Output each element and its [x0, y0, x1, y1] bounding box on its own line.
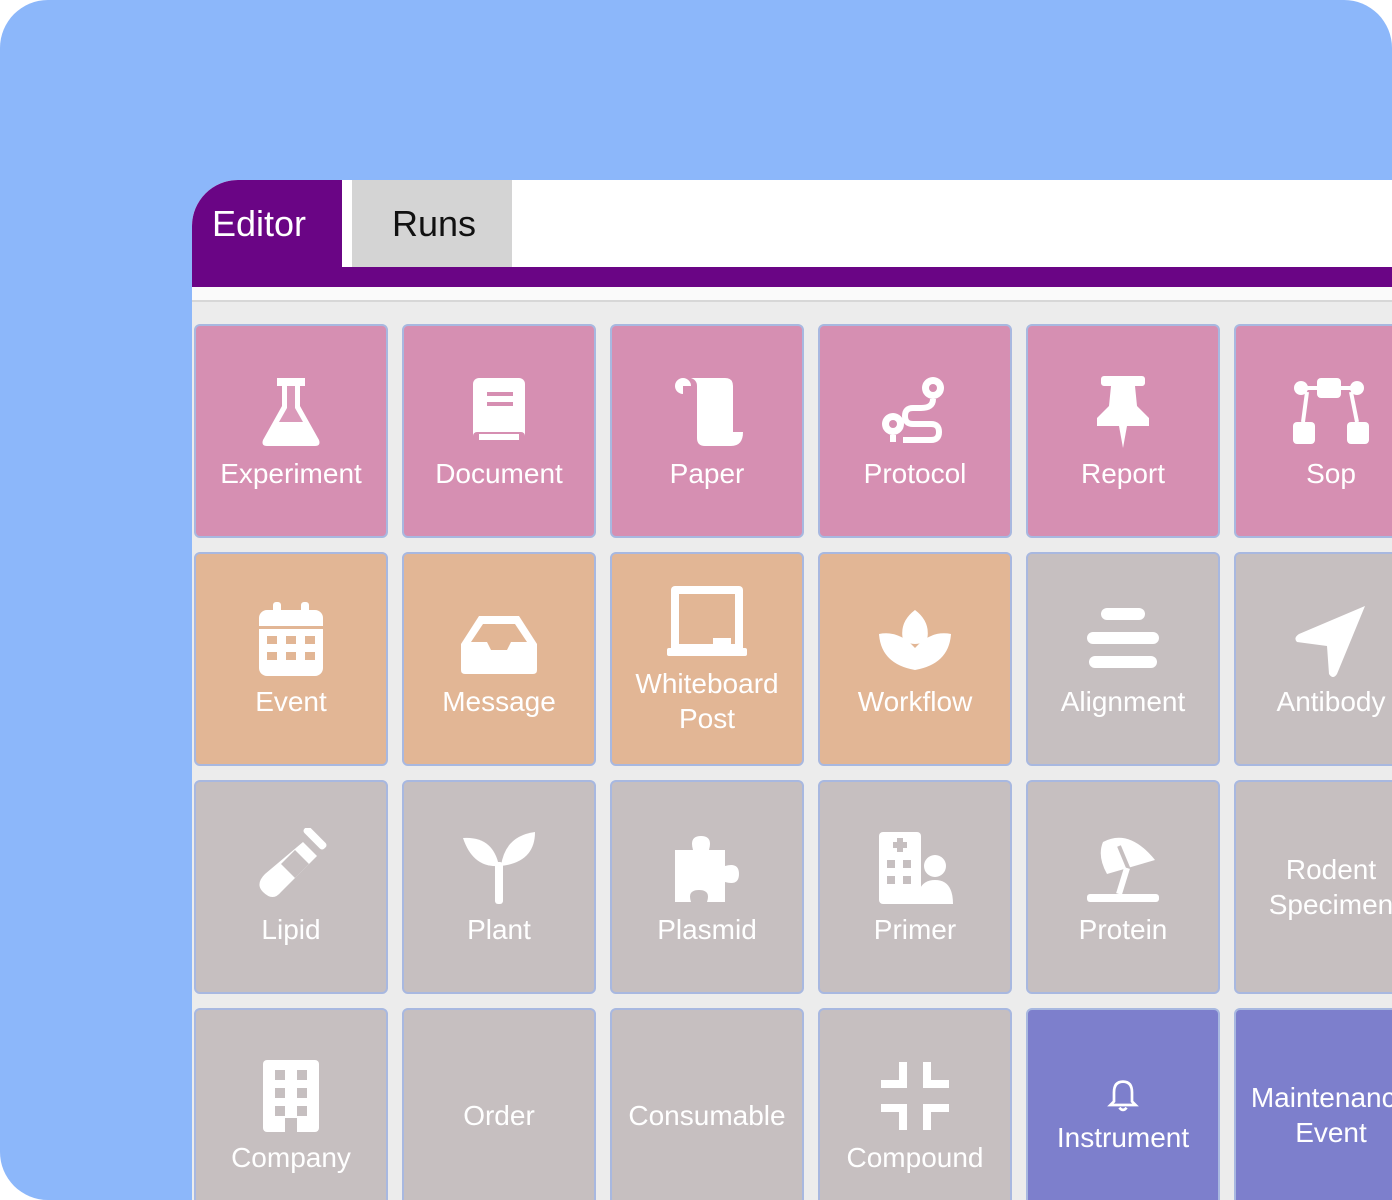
tile-document[interactable]: Document	[402, 324, 596, 538]
tile-label: Plasmid	[657, 913, 757, 945]
tile-message[interactable]: Message	[402, 552, 596, 766]
tile-label: Sop	[1306, 457, 1356, 489]
tile-protocol[interactable]: Protocol	[818, 324, 1012, 538]
tile-label: Maintenance Event	[1250, 1082, 1392, 1148]
app-window: Editor Runs Experiment Document Paper Pr…	[192, 180, 1392, 1200]
align-center-icon	[1083, 600, 1163, 680]
tile-consumable[interactable]: Consumable	[610, 1008, 804, 1200]
tile-label: Protein	[1078, 913, 1168, 945]
tile-paper[interactable]: Paper	[610, 324, 804, 538]
tab-runs-label: Runs	[392, 202, 477, 244]
tile-antibody[interactable]: Antibody	[1234, 552, 1392, 766]
tile-label: Report	[1080, 457, 1166, 489]
test-tube-icon	[251, 827, 331, 908]
thumbtack-icon	[1083, 372, 1163, 452]
tile-label: Paper	[669, 457, 745, 489]
scroll-icon	[667, 372, 747, 452]
tile-label: Primer	[873, 913, 957, 945]
spa-icon	[875, 600, 955, 680]
tile-label: Document	[435, 457, 563, 489]
seedling-icon	[459, 828, 539, 908]
tile-label: Alignment	[1060, 685, 1186, 717]
tile-company[interactable]: Company	[194, 1008, 388, 1200]
tab-runs[interactable]: Runs	[352, 180, 512, 267]
tab-editor-label: Editor	[212, 202, 307, 244]
tile-instrument[interactable]: Instrument	[1026, 1008, 1220, 1200]
tile-label: Experiment	[220, 457, 362, 489]
tile-label: Workflow	[857, 685, 973, 717]
tile-alignment[interactable]: Alignment	[1026, 552, 1220, 766]
tile-label: Consumable	[628, 1099, 786, 1131]
tile-label: Event	[255, 685, 327, 717]
hospital-user-icon	[875, 828, 955, 908]
tile-label: Whiteboard Post	[635, 668, 779, 734]
tab-separator	[342, 180, 352, 267]
tile-event[interactable]: Event	[194, 552, 388, 766]
tab-underline-bar	[192, 267, 1392, 287]
location-arrow-icon	[1291, 600, 1371, 680]
tile-plasmid[interactable]: Plasmid	[610, 780, 804, 994]
puzzle-piece-icon	[667, 828, 747, 908]
toolbar-strip	[192, 287, 1392, 302]
tile-label: Protocol	[863, 457, 967, 489]
calendar-icon	[251, 600, 331, 680]
tile-experiment[interactable]: Experiment	[194, 324, 388, 538]
tile-label: Company	[231, 1141, 351, 1173]
tile-label: Plant	[467, 913, 531, 945]
tile-whiteboard-post[interactable]: Whiteboard Post	[610, 552, 804, 766]
compress-icon	[875, 1056, 955, 1136]
tile-label: Lipid	[261, 913, 321, 945]
building-icon	[251, 1056, 331, 1136]
flask-icon	[251, 372, 331, 452]
chalkboard-icon	[667, 582, 747, 662]
tile-label: Rodent Specimen	[1268, 854, 1392, 920]
book-icon	[459, 372, 539, 452]
page-background: Editor Runs Experiment Document Paper Pr…	[0, 0, 1392, 1200]
diagram-project-icon	[1291, 372, 1371, 452]
tile-lipid[interactable]: Lipid	[194, 780, 388, 994]
tab-editor[interactable]: Editor	[192, 180, 342, 267]
tile-order[interactable]: Order	[402, 1008, 596, 1200]
tile-workflow[interactable]: Workflow	[818, 552, 1012, 766]
tile-primer[interactable]: Primer	[818, 780, 1012, 994]
tile-label: Antibody	[1276, 685, 1386, 717]
tile-protein[interactable]: Protein	[1026, 780, 1220, 994]
tile-label: Message	[442, 685, 556, 717]
tile-rodent-specimen[interactable]: Rodent Specimen	[1234, 780, 1392, 994]
tile-report[interactable]: Report	[1026, 324, 1220, 538]
tile-sop[interactable]: Sop	[1234, 324, 1392, 538]
inbox-icon	[459, 600, 539, 680]
bell-icon	[1103, 1076, 1143, 1116]
tile-compound[interactable]: Compound	[818, 1008, 1012, 1200]
tile-maintenance-event[interactable]: Maintenance Event	[1234, 1008, 1392, 1200]
umbrella-beach-icon	[1083, 828, 1163, 908]
tab-bar: Editor Runs	[192, 180, 1392, 267]
tile-label: Instrument	[1056, 1121, 1190, 1153]
tile-plant[interactable]: Plant	[402, 780, 596, 994]
route-icon	[875, 372, 955, 452]
tile-label: Order	[463, 1099, 535, 1131]
tile-label: Compound	[846, 1141, 984, 1173]
